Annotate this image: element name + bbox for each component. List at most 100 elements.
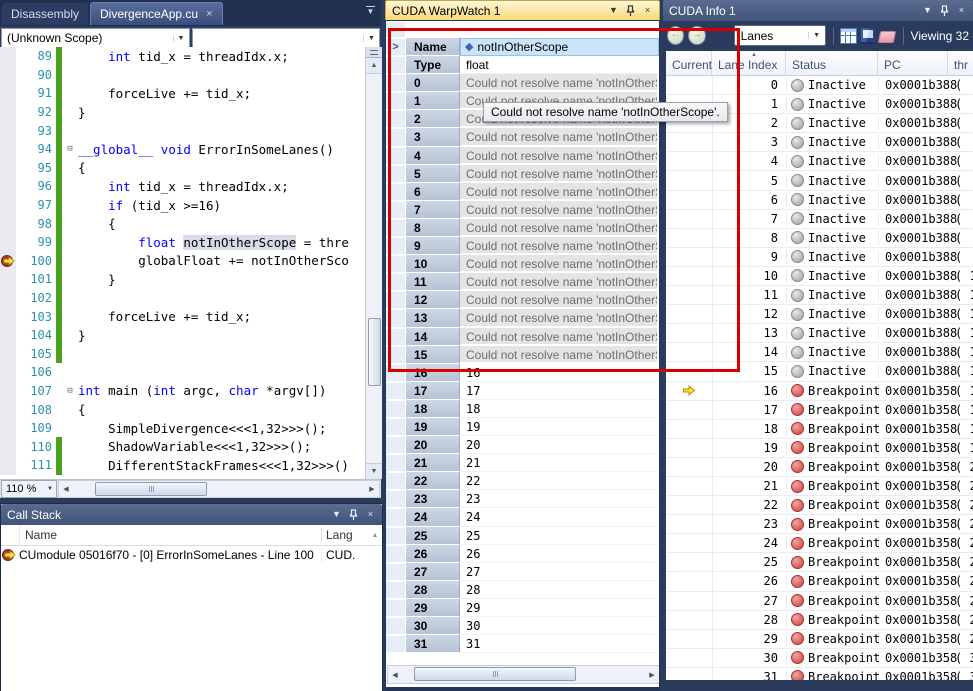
breakpoint-margin[interactable] (0, 121, 16, 140)
cudainfo-lane-row[interactable]: 25Breakpoint0x0001b358( 2 (666, 553, 973, 572)
scrollbar-thumb[interactable] (95, 482, 207, 496)
breakpoint-margin[interactable] (0, 363, 16, 382)
warpwatch-lane-row[interactable]: 14Could not resolve name 'notInOtherSco (386, 328, 659, 346)
tab-overflow-icon[interactable]: ▼ (366, 6, 375, 16)
breakpoint-margin[interactable] (0, 270, 16, 289)
warpwatch-lane-row[interactable]: 1818 (386, 400, 659, 418)
breakpoint-margin[interactable] (0, 307, 16, 326)
cudainfo-lane-row[interactable]: 4Inactive0x0001b388( (666, 152, 973, 171)
splitter-grip-icon[interactable] (366, 47, 382, 58)
warpwatch-lane-row[interactable]: 2222 (386, 472, 659, 490)
tab-disassembly[interactable]: Disassembly (2, 3, 88, 25)
breakpoint-margin[interactable] (0, 326, 16, 345)
code-line[interactable]: 103 forceLive += tid_x; (0, 307, 365, 326)
warpwatch-lane-row[interactable]: 6Could not resolve name 'notInOtherSco (386, 183, 659, 201)
warpwatch-lane-row[interactable]: 13Could not resolve name 'notInOtherSco (386, 309, 659, 327)
cudainfo-lane-row[interactable]: 15Inactive0x0001b388( 1 (666, 362, 973, 381)
cudainfo-lane-row[interactable]: 16Breakpoint0x0001b358( 1 (666, 382, 973, 401)
column-header-thread[interactable]: thr (948, 51, 973, 75)
chevron-down-icon[interactable]: ▼ (363, 35, 379, 42)
column-header-current[interactable]: Current (666, 51, 712, 75)
column-header-lang[interactable]: Lang (321, 528, 368, 542)
warpwatch-lane-row[interactable]: 1717 (386, 382, 659, 400)
code-line[interactable]: 109 SimpleDivergence<<<1,32>>>(); (0, 419, 365, 438)
warpwatch-lane-row[interactable]: 3Could not resolve name 'notInOtherSco (386, 128, 659, 146)
code-line[interactable]: 108{ (0, 400, 365, 419)
cudainfo-lane-row[interactable]: 17Breakpoint0x0001b358( 1 (666, 401, 973, 420)
scroll-right-icon[interactable]: ▶ (365, 485, 379, 493)
cudainfo-lane-row[interactable]: 31Breakpoint0x0001b358( 3 (666, 668, 973, 680)
cudainfo-lane-row[interactable]: 23Breakpoint0x0001b358( 2 (666, 515, 973, 534)
warpwatch-lane-row[interactable]: 1616 (386, 364, 659, 382)
breakpoint-margin[interactable] (0, 47, 16, 66)
code-line[interactable]: 94⊟__global__ void ErrorInSomeLanes() (0, 140, 365, 159)
zoom-level-dropdown[interactable]: 110 % ▼ (1, 480, 57, 498)
cudainfo-lane-row[interactable]: 14Inactive0x0001b388( 1 (666, 343, 973, 362)
code-line[interactable]: 106 (0, 363, 365, 382)
navigate-forward-button[interactable]: → (688, 26, 705, 45)
warpwatch-lane-row[interactable]: 1919 (386, 418, 659, 436)
chevron-down-icon[interactable]: ▼ (808, 32, 825, 39)
cudainfo-lane-row[interactable]: 21Breakpoint0x0001b358( 2 (666, 477, 973, 496)
cudainfo-lane-row[interactable]: 28Breakpoint0x0001b358( 2 (666, 611, 973, 630)
warpwatch-lane-row[interactable]: 8Could not resolve name 'notInOtherSco (386, 219, 659, 237)
warpwatch-lane-row[interactable]: 7Could not resolve name 'notInOtherSco (386, 201, 659, 219)
warpwatch-lane-row[interactable]: 2121 (386, 454, 659, 472)
breakpoint-margin[interactable] (0, 289, 16, 308)
cudainfo-lane-row[interactable]: 6Inactive0x0001b388( (666, 191, 973, 210)
window-menu-icon[interactable]: ▼ (329, 508, 344, 522)
cudainfo-lane-row[interactable]: 26Breakpoint0x0001b358( 2 (666, 572, 973, 591)
cudainfo-lane-row[interactable]: 20Breakpoint0x0001b358( 2 (666, 458, 973, 477)
breakpoint-margin[interactable] (0, 140, 16, 159)
code-line[interactable]: 102 (0, 289, 365, 308)
code-line[interactable]: 89 int tid_x = threadIdx.x; (0, 47, 365, 66)
warpwatch-lane-row[interactable]: 2929 (386, 599, 659, 617)
scrollbar-thumb[interactable] (368, 318, 381, 386)
editor-vertical-scrollbar[interactable]: ▲ ▼ (365, 47, 382, 479)
warpwatch-lane-row[interactable]: 4Could not resolve name 'notInOtherSco (386, 147, 659, 165)
warpwatch-lane-row[interactable]: 5Could not resolve name 'notInOtherSco (386, 165, 659, 183)
scroll-right-icon[interactable]: ▶ (645, 671, 659, 679)
warpwatch-lane-row[interactable]: 2525 (386, 527, 659, 545)
cudainfo-titlebar[interactable]: CUDA Info 1 ▼ × (663, 0, 973, 21)
warpwatch-horizontal-scrollbar[interactable]: ◀ ▶ (387, 665, 659, 684)
cudainfo-lane-row[interactable]: 11Inactive0x0001b388( 1 (666, 286, 973, 305)
code-editor-area[interactable]: 89 int tid_x = threadIdx.x;9091 forceLiv… (0, 47, 365, 479)
scrollbar-thumb[interactable] (414, 667, 576, 681)
scroll-up-icon[interactable]: ▲ (368, 532, 382, 539)
breakpoint-margin[interactable] (0, 159, 16, 178)
breakpoint-margin[interactable] (0, 437, 16, 456)
warpwatch-lane-row[interactable]: 3131 (386, 635, 659, 653)
cudainfo-lane-row[interactable]: 10Inactive0x0001b388( 1 (666, 267, 973, 286)
eraser-icon[interactable] (878, 31, 897, 43)
cudainfo-lane-row[interactable]: 0Inactive0x0001b388( (666, 76, 973, 95)
code-line[interactable]: 93 (0, 121, 365, 140)
fold-marker-icon[interactable]: ⊟ (62, 144, 78, 154)
code-line[interactable]: 92} (0, 103, 365, 122)
breakpoint-margin[interactable] (0, 419, 16, 438)
breakpoint-margin[interactable] (0, 214, 16, 233)
code-line[interactable]: 110 ShadowVariable<<<1,32>>>(); (0, 437, 365, 456)
warpwatch-lane-row[interactable]: 2020 (386, 436, 659, 454)
code-line[interactable]: 98 { (0, 214, 365, 233)
cudainfo-lane-row[interactable]: 19Breakpoint0x0001b358( 1 (666, 439, 973, 458)
code-line[interactable]: 104} (0, 326, 365, 345)
warpwatch-lane-row[interactable]: 0Could not resolve name 'notInOtherSco (386, 74, 659, 92)
scope-dropdown[interactable]: (Unknown Scope) ▼ (1, 28, 190, 48)
warpwatch-lane-row[interactable]: 2727 (386, 563, 659, 581)
navigate-back-button[interactable]: ← (667, 26, 684, 45)
warpwatch-lane-row[interactable]: 2828 (386, 581, 659, 599)
code-line[interactable]: 111 DifferentStackFrames<<<1,32>>>() (0, 456, 365, 475)
view-selector-dropdown[interactable]: Lanes ▼ (734, 25, 826, 46)
cudainfo-lane-row[interactable]: 30Breakpoint0x0001b358( 3 (666, 649, 973, 668)
close-icon[interactable]: × (363, 508, 378, 522)
cudainfo-lane-row[interactable]: 8Inactive0x0001b388( (666, 229, 973, 248)
code-line[interactable]: 100 globalFloat += notInOtherSco (0, 252, 365, 271)
pin-icon[interactable] (623, 4, 638, 18)
cudainfo-lane-row[interactable]: 27Breakpoint0x0001b358( 2 (666, 592, 973, 611)
breakpoint-margin[interactable] (0, 66, 16, 85)
cudainfo-lane-row[interactable]: 12Inactive0x0001b388( 1 (666, 305, 973, 324)
breakpoint-margin[interactable] (0, 345, 16, 364)
breakpoint-margin[interactable] (0, 84, 16, 103)
warpwatch-lane-row[interactable]: 2424 (386, 508, 659, 526)
